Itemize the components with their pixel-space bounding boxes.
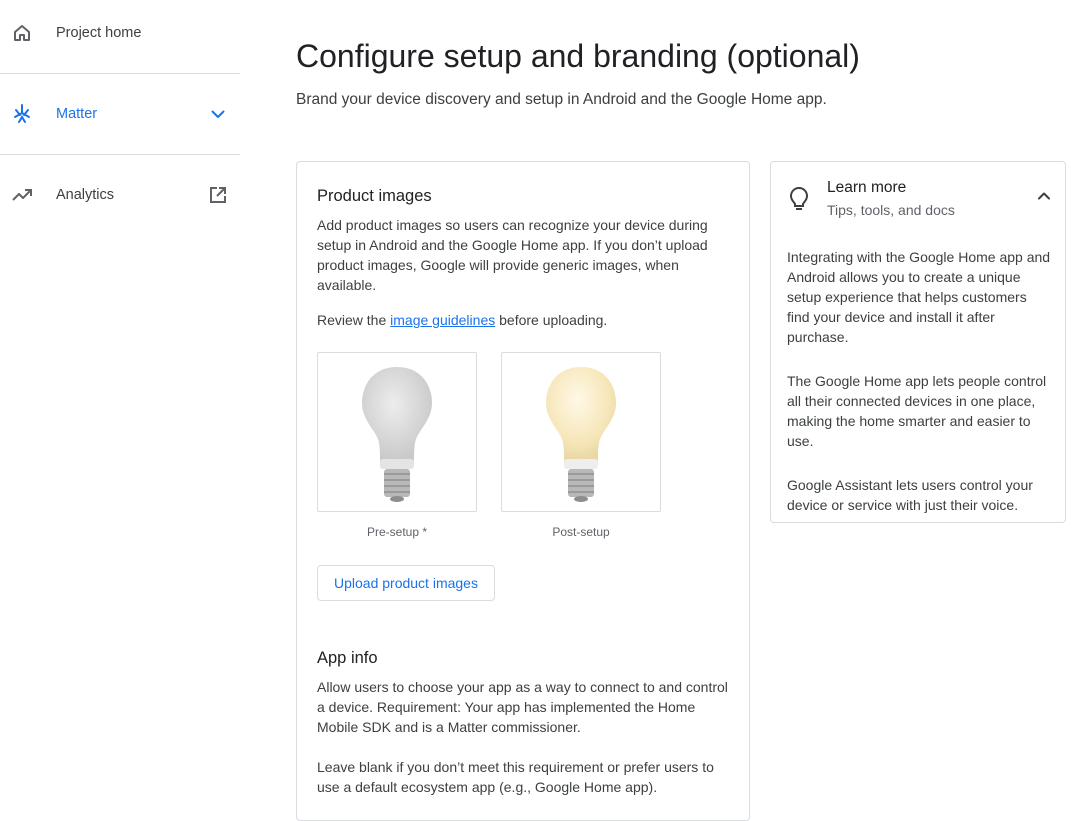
post-setup-image[interactable] — [501, 352, 661, 512]
review-prefix: Review the — [317, 312, 387, 328]
matter-icon — [11, 103, 33, 125]
lightbulb-icon — [788, 186, 810, 212]
chevron-up-icon[interactable] — [1036, 188, 1052, 204]
sidebar-divider — [0, 73, 240, 74]
learn-more-paragraph: Integrating with the Google Home app and… — [787, 249, 1051, 345]
post-setup-caption: Post-setup — [552, 525, 610, 539]
learn-more-header[interactable]: Learn more Tips, tools, and docs — [771, 162, 1065, 232]
sidebar-divider — [0, 154, 240, 155]
pre-setup-image[interactable] — [317, 352, 477, 512]
light-bulb-off-icon — [362, 367, 432, 502]
sidebar: Project home Matter Analytics — [0, 0, 240, 808]
sidebar-item-label: Project home — [56, 25, 142, 41]
page-title: Configure setup and branding (optional) — [296, 38, 860, 74]
learn-more-paragraph: The Google Home app lets people control … — [787, 373, 1047, 449]
pre-setup-caption: Pre-setup * — [366, 525, 428, 539]
sidebar-item-label: Analytics — [56, 187, 115, 203]
open-in-new-icon[interactable] — [208, 185, 228, 205]
chevron-down-icon[interactable] — [208, 104, 228, 124]
learn-more-panel: Learn more Tips, tools, and docs Integra… — [770, 161, 1066, 523]
image-guidelines-link[interactable]: image guidelines — [390, 312, 495, 328]
home-icon — [11, 22, 33, 44]
product-images-title: Product images — [317, 187, 432, 205]
sidebar-item-label: Matter — [56, 106, 98, 122]
light-bulb-on-icon — [546, 367, 616, 502]
review-suffix: before uploading. — [499, 312, 608, 328]
learn-more-subtitle: Tips, tools, and docs — [827, 202, 955, 218]
learn-more-paragraph: Google Assistant lets users control your… — [787, 477, 1033, 513]
sidebar-item-analytics[interactable]: Analytics — [0, 175, 240, 215]
trending-up-icon — [11, 184, 33, 206]
app-info-description: Allow users to choose your app as a way … — [317, 679, 728, 735]
upload-product-images-button[interactable]: Upload product images — [317, 565, 495, 601]
setup-branding-card: Product images Add product images so use… — [296, 161, 750, 821]
page-subtitle: Brand your device discovery and setup in… — [296, 91, 827, 108]
image-guidelines-note: Review the image guidelines before uploa… — [317, 310, 731, 330]
app-info-title: App info — [317, 649, 378, 667]
learn-more-title: Learn more — [827, 179, 907, 196]
sidebar-item-matter[interactable]: Matter — [0, 94, 240, 134]
app-info-note: Leave blank if you don’t meet this requi… — [317, 759, 714, 795]
sidebar-item-project-home[interactable]: Project home — [0, 13, 240, 53]
product-images-description: Add product images so users can recogniz… — [317, 217, 708, 293]
